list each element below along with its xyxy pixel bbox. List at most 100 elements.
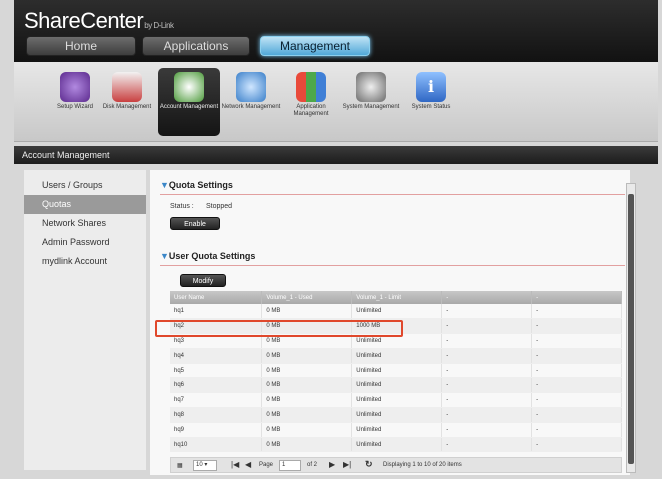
brand-sub: by D-Link [144,21,174,30]
table-row[interactable]: hq7 0 MB Unlimited - - [170,392,622,409]
cell-user: hq5 [170,363,263,379]
status-value: Stopped [206,203,233,210]
modify-button[interactable]: Modify [180,274,226,287]
cell-extra: - [531,377,622,394]
page-size-select[interactable]: 10 ▾ [193,460,217,471]
cell-extra: - [531,392,622,409]
prev-page-icon[interactable]: ◀ [245,460,251,469]
cell-extra: - [531,407,622,423]
column-header[interactable]: User Name [170,291,263,304]
cell-user: hq10 [170,437,263,453]
cell-extra: - [531,363,622,379]
toolbar-network-management[interactable]: Network Management [220,68,282,136]
refresh-icon[interactable]: ↻ [365,459,373,470]
cell-extra: - [441,422,533,438]
page-size-value: 10 [196,462,203,468]
toolbar-system-status[interactable]: i System Status [400,68,462,136]
last-page-icon[interactable]: ▶| [343,460,351,469]
row-highlight-annotation [155,320,403,337]
divider [160,265,625,266]
toolbar-label: Disk Management [102,104,152,110]
toolbar-application-management[interactable]: Application Management [280,68,342,136]
next-page-icon[interactable]: ▶ [329,460,335,469]
page-input[interactable]: 1 [279,460,301,471]
section-title: Account Management [14,146,658,164]
table-row[interactable]: hq4 0 MB Unlimited - - [170,348,622,364]
cell-limit: Unlimited [351,422,443,438]
table-header-row: User Name Volume_1 - Used Volume_1 - Lim… [170,291,622,304]
toolbar-system-management[interactable]: System Management [340,68,402,136]
cell-extra: - [441,333,533,349]
cell-limit: Unlimited [351,348,443,364]
cell-limit: Unlimited [351,377,443,394]
table-pager: ▦ 10 ▾ |◀ ◀ Page 1 of 2 ▶ ▶| ↻ Displayin… [170,457,622,473]
toolbar-label: Application Management [293,104,329,117]
cell-extra: - [531,304,622,320]
cell-extra: - [531,348,622,364]
cell-extra: - [441,377,533,394]
cell-used: 0 MB [261,377,353,394]
cell-extra: - [531,437,622,453]
cell-user: hq6 [170,377,263,394]
cell-extra: - [441,304,533,320]
user-quota-settings-label: User Quota Settings [168,251,256,261]
wizard-icon [60,72,90,102]
tab-management[interactable]: Management [260,36,370,56]
table-row[interactable]: hq1 0 MB Unlimited - - [170,304,622,320]
cell-extra: - [531,318,622,335]
first-page-icon[interactable]: |◀ [231,460,239,469]
divider [160,194,625,195]
vertical-scrollbar[interactable] [626,183,636,473]
top-header: ShareCenterby D-Link Home Applications M… [14,0,658,62]
network-icon [236,72,266,102]
cell-limit: Unlimited [351,407,443,423]
toolbar-account-management[interactable]: Account Management [158,68,220,136]
cell-extra: - [441,363,533,379]
user-quota-settings-title: ▼User Quota Settings [150,251,255,261]
sidebar-item-admin-password[interactable]: Admin Password [24,233,146,252]
brand-logo: ShareCenterby D-Link [24,8,174,34]
column-header[interactable]: Volume_1 - Used [261,291,353,304]
sidebar-item-users-groups[interactable]: Users / Groups [24,176,146,195]
cell-limit: Unlimited [351,363,443,379]
cell-extra: - [441,318,533,335]
toolbar-label: System Management [342,104,400,110]
table-row[interactable]: hq5 0 MB Unlimited - - [170,363,622,379]
sidebar-item-mydlink-account[interactable]: mydlink Account [24,252,146,271]
quota-settings-title: ▼Quota Settings [150,180,233,190]
toolbar-disk-management[interactable]: Disk Management [96,68,158,136]
cell-limit: Unlimited [351,304,443,320]
table-row[interactable]: hq9 0 MB Unlimited - - [170,422,622,438]
disk-icon [112,72,142,102]
table-row[interactable]: hq6 0 MB Unlimited - - [170,377,622,394]
cell-extra: - [531,333,622,349]
table-row[interactable]: hq10 0 MB Unlimited - - [170,437,622,453]
column-header[interactable]: - [441,291,533,304]
account-icon [174,72,204,102]
refresh-small-icon: ▦ [177,463,183,469]
collapse-triangle-icon[interactable]: ▼ [160,251,169,261]
tab-applications[interactable]: Applications [142,36,250,56]
enable-button[interactable]: Enable [170,217,220,230]
user-quota-table: User Name Volume_1 - Used Volume_1 - Lim… [170,291,622,453]
cell-user: hq8 [170,407,263,423]
table-row[interactable]: hq8 0 MB Unlimited - - [170,407,622,423]
sidebar-item-quotas[interactable]: Quotas [24,195,146,214]
cell-user: hq7 [170,392,263,409]
cell-used: 0 MB [261,304,353,320]
column-header[interactable]: Volume_1 - Limit [351,291,443,304]
page-label: Page [259,462,274,468]
sidebar-item-network-shares[interactable]: Network Shares [24,214,146,233]
column-header[interactable]: - [531,291,622,304]
toolbar-label: System Status [411,104,451,110]
cell-extra: - [441,407,533,423]
cell-used: 0 MB [261,363,353,379]
toolbar-label: Network Management [221,104,281,110]
tab-home[interactable]: Home [26,36,136,56]
cell-user: hq4 [170,348,263,364]
scrollbar-thumb[interactable] [628,194,634,464]
display-info: Displaying 1 to 10 of 20 items [383,462,462,468]
sidebar: Users / Groups Quotas Network Shares Adm… [24,170,146,470]
brand-name: ShareCenter [24,8,144,33]
collapse-triangle-icon[interactable]: ▼ [160,180,169,190]
